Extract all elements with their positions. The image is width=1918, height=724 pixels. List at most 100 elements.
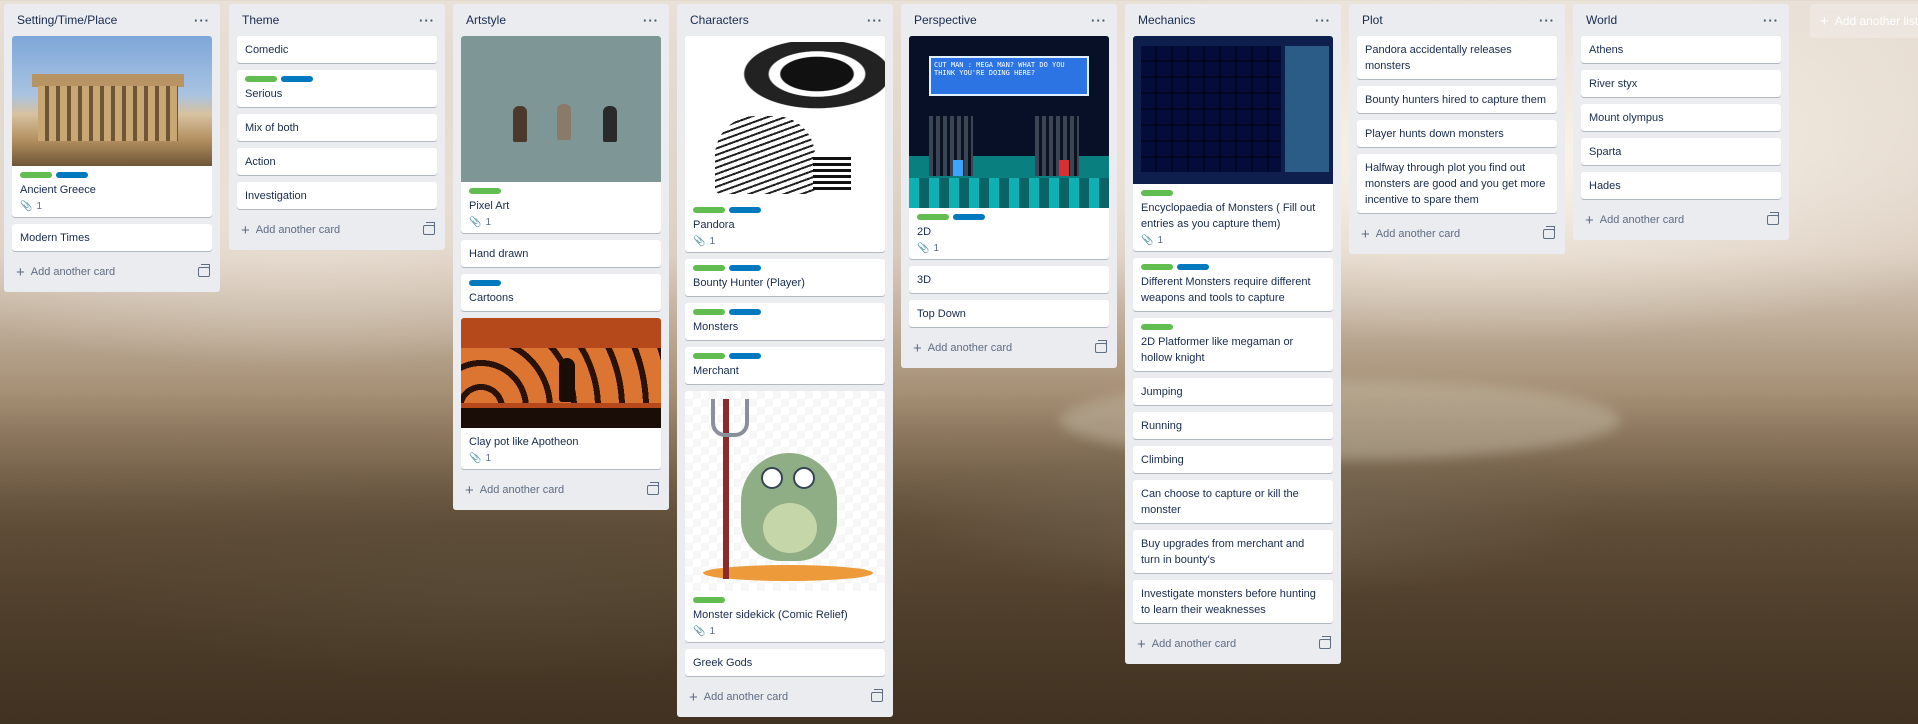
card-investigation[interactable]: Investigation <box>237 182 437 209</box>
card-pandora-releases[interactable]: Pandora accidentally releases monsters <box>1357 36 1557 79</box>
list-menu-icon[interactable]: ··· <box>1539 13 1555 28</box>
card-template-icon[interactable] <box>1095 340 1107 353</box>
add-card-label: Add another card <box>1151 638 1237 650</box>
card-investigate-monsters[interactable]: Investigate monsters before hunting to l… <box>1133 580 1333 623</box>
list-menu-icon[interactable]: ··· <box>419 13 435 28</box>
paperclip-icon: 📎 <box>693 626 706 637</box>
list-title[interactable]: Theme <box>242 13 279 27</box>
list-header: Mechanics ··· <box>1125 4 1341 36</box>
card-player-hunts[interactable]: Player hunts down monsters <box>1357 120 1557 147</box>
card-title: Can choose to capture or kill the monste… <box>1141 488 1299 516</box>
add-list-button[interactable]: + Add another list <box>1810 4 1918 38</box>
add-card-button[interactable]: + Add another card <box>1361 227 1460 242</box>
card-2d-platformer[interactable]: 2D Platformer like megaman or hollow kni… <box>1133 318 1333 371</box>
plus-icon: + <box>1585 211 1594 229</box>
list-title[interactable]: Characters <box>690 13 749 27</box>
card-top-down[interactable]: Top Down <box>909 300 1109 327</box>
card-running[interactable]: Running <box>1133 412 1333 439</box>
blue-label <box>729 265 761 271</box>
green-label <box>693 265 725 271</box>
card-title: Bounty hunters hired to capture them <box>1365 94 1546 106</box>
card-hades[interactable]: Hades <box>1581 172 1781 199</box>
card-title: Ancient Greece <box>20 184 96 196</box>
plus-icon: + <box>1820 12 1829 30</box>
card-template-icon[interactable] <box>1319 636 1331 649</box>
add-card-button[interactable]: + Add another card <box>689 690 788 705</box>
card-pandora[interactable]: Pandora 📎 1 <box>685 36 885 252</box>
list-header: Perspective ··· <box>901 4 1117 36</box>
card-merchant[interactable]: Merchant <box>685 347 885 384</box>
card-pixel-art[interactable]: Pixel Art 📎 1 <box>461 36 661 233</box>
card-title: Investigate monsters before hunting to l… <box>1141 588 1316 616</box>
list-menu-icon[interactable]: ··· <box>867 13 883 28</box>
card-modern-times[interactable]: Modern Times <box>12 224 212 251</box>
list-menu-icon[interactable]: ··· <box>643 13 659 28</box>
card-different-monsters[interactable]: Different Monsters require different wea… <box>1133 258 1333 311</box>
card-template-icon[interactable] <box>198 264 210 277</box>
list-menu-icon[interactable]: ··· <box>1763 13 1779 28</box>
blue-label <box>729 309 761 315</box>
card-halfway-plot[interactable]: Halfway through plot you find out monste… <box>1357 154 1557 213</box>
blue-label <box>56 172 88 178</box>
add-card-button[interactable]: + Add another card <box>1137 637 1236 652</box>
list-title[interactable]: Setting/Time/Place <box>17 13 117 27</box>
paperclip-icon: 📎 <box>20 201 33 212</box>
list-menu-icon[interactable]: ··· <box>194 13 210 28</box>
attachment-count: 1 <box>36 201 43 212</box>
card-cartoons[interactable]: Cartoons <box>461 274 661 311</box>
card-athens[interactable]: Athens <box>1581 36 1781 63</box>
card-3d[interactable]: 3D <box>909 266 1109 293</box>
list-menu-icon[interactable]: ··· <box>1091 13 1107 28</box>
card-ancient-greece[interactable]: Ancient Greece 📎 1 <box>12 36 212 217</box>
plus-icon: + <box>689 688 698 706</box>
card-template-icon[interactable] <box>1543 226 1555 239</box>
add-card-label: Add another card <box>255 224 341 236</box>
card-title: Investigation <box>245 190 307 202</box>
add-card-button[interactable]: + Add another card <box>1585 213 1684 228</box>
card-title: Running <box>1141 420 1182 432</box>
card-sparta[interactable]: Sparta <box>1581 138 1781 165</box>
green-label <box>1141 190 1173 196</box>
card-greek-gods[interactable]: Greek Gods <box>685 649 885 676</box>
card-mix-of-both[interactable]: Mix of both <box>237 114 437 141</box>
card-monsters[interactable]: Monsters <box>685 303 885 340</box>
add-card-button[interactable]: + Add another card <box>913 341 1012 356</box>
list-menu-icon[interactable]: ··· <box>1315 13 1331 28</box>
card-template-icon[interactable] <box>1767 212 1779 225</box>
card-clay-pot[interactable]: Clay pot like Apotheon 📎 1 <box>461 318 661 469</box>
add-card-button[interactable]: + Add another card <box>16 265 115 280</box>
list-title[interactable]: Perspective <box>914 13 977 27</box>
card-monster-sidekick[interactable]: Monster sidekick (Comic Relief) 📎 1 <box>685 391 885 642</box>
card-encyclopaedia[interactable]: Encyclopaedia of Monsters ( Fill out ent… <box>1133 36 1333 251</box>
card-template-icon[interactable] <box>871 689 883 702</box>
card-template-icon[interactable] <box>423 222 435 235</box>
card-jumping[interactable]: Jumping <box>1133 378 1333 405</box>
list-title[interactable]: Artstyle <box>466 13 506 27</box>
card-title: Bounty Hunter (Player) <box>693 277 805 289</box>
card-template-icon[interactable] <box>647 482 659 495</box>
card-bounty-hunters-hired[interactable]: Bounty hunters hired to capture them <box>1357 86 1557 113</box>
card-2d[interactable]: CUT MAN : MEGA MAN? WHAT DO YOU THINK YO… <box>909 36 1109 259</box>
background-landscape <box>0 394 1918 724</box>
card-title: Merchant <box>693 365 739 377</box>
plus-icon: + <box>913 339 922 357</box>
card-mount-olympus[interactable]: Mount olympus <box>1581 104 1781 131</box>
card-title: Player hunts down monsters <box>1365 128 1504 140</box>
card-bounty-hunter[interactable]: Bounty Hunter (Player) <box>685 259 885 296</box>
card-title: Action <box>245 156 276 168</box>
card-action[interactable]: Action <box>237 148 437 175</box>
list-title[interactable]: Mechanics <box>1138 13 1195 27</box>
list-title[interactable]: Plot <box>1362 13 1383 27</box>
add-card-button[interactable]: + Add another card <box>465 483 564 498</box>
attachment-count: 1 <box>485 217 492 228</box>
card-capture-or-kill[interactable]: Can choose to capture or kill the monste… <box>1133 480 1333 523</box>
card-title: Hades <box>1589 180 1621 192</box>
card-river-styx[interactable]: River styx <box>1581 70 1781 97</box>
list-title[interactable]: World <box>1586 13 1617 27</box>
card-buy-upgrades[interactable]: Buy upgrades from merchant and turn in b… <box>1133 530 1333 573</box>
card-comedic[interactable]: Comedic <box>237 36 437 63</box>
card-serious[interactable]: Serious <box>237 70 437 107</box>
card-climbing[interactable]: Climbing <box>1133 446 1333 473</box>
add-card-button[interactable]: + Add another card <box>241 223 340 238</box>
card-hand-drawn[interactable]: Hand drawn <box>461 240 661 267</box>
